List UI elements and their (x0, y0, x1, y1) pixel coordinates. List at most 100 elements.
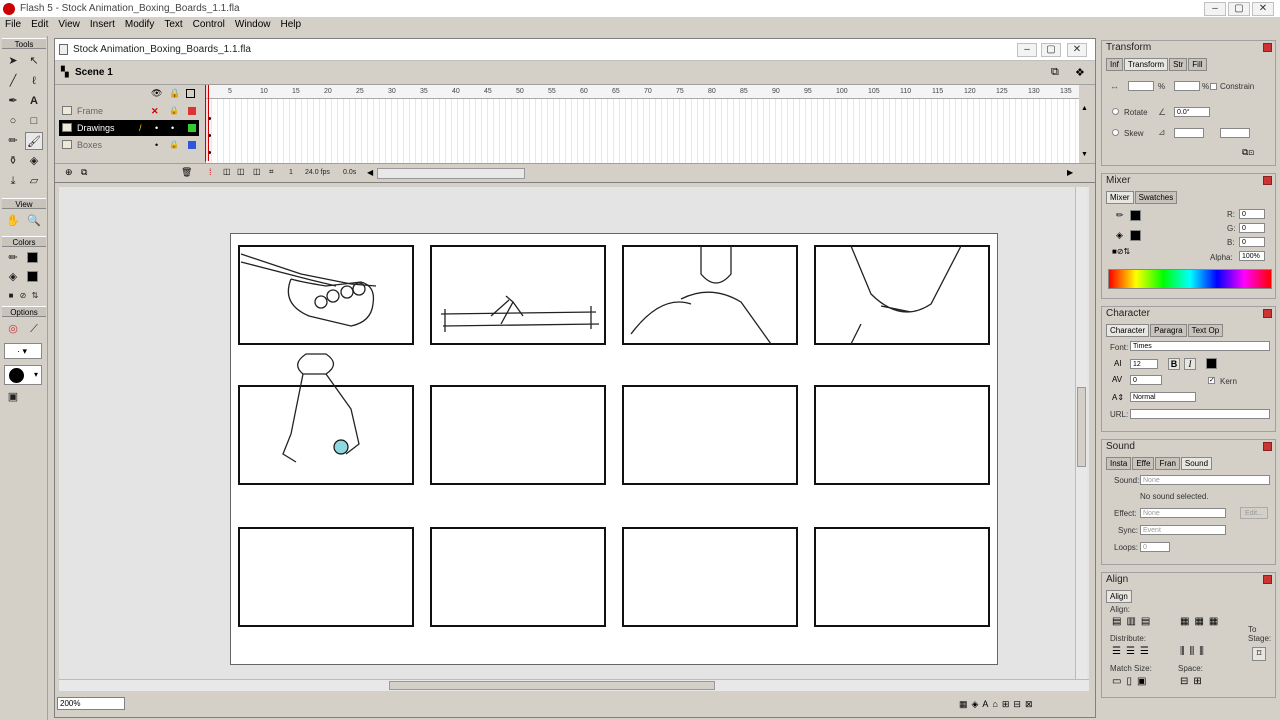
ink-bottle-tool-icon[interactable]: ⚱ (4, 152, 22, 170)
stage-vscroll[interactable] (1075, 187, 1087, 683)
tab-effect[interactable]: Effe (1132, 457, 1155, 470)
close-button[interactable]: ✕ (1252, 2, 1274, 16)
g-field[interactable]: 0 (1239, 223, 1265, 233)
frame-rate[interactable]: 24.0 fps (305, 169, 330, 176)
tab-character[interactable]: Character (1106, 324, 1150, 337)
hscroll-thumb[interactable] (389, 681, 715, 690)
panel-close-icon[interactable] (1263, 176, 1272, 185)
tab-frame[interactable]: Fran (1155, 457, 1180, 470)
menu-help[interactable]: Help (276, 18, 307, 30)
menu-control[interactable]: Control (188, 18, 230, 30)
arrow-tool-icon[interactable]: ➤ (4, 52, 22, 70)
stage-hscroll[interactable] (59, 679, 1089, 691)
scroll-down-icon[interactable]: ▼ (1081, 151, 1088, 158)
subselect-tool-icon[interactable]: ↖ (25, 52, 43, 70)
brush-shape-dropdown[interactable]: ▾ (4, 365, 42, 385)
onion-outlines-icon[interactable]: ◫ (237, 167, 245, 176)
lock-fill-icon[interactable]: ⟋ (25, 320, 43, 338)
mixer-default-icons[interactable]: ■⊘⇅ (1112, 247, 1130, 256)
edit-multiple-frames-icon[interactable]: ◫ (253, 167, 261, 176)
rotate-radio[interactable] (1112, 108, 1119, 115)
pencil-tool-icon[interactable]: ✏ (4, 132, 22, 150)
eye-column-icon[interactable]: 👁 (151, 88, 162, 99)
sync-dropdown[interactable]: Event (1140, 525, 1226, 535)
brush-tool-icon[interactable]: 🖌 (25, 132, 43, 150)
onion-skin-icon[interactable]: ◫ (223, 167, 231, 176)
edit-symbols-icon[interactable]: ❖ (1075, 66, 1085, 79)
dropper-tool-icon[interactable]: ⤓ (4, 172, 22, 190)
bold-button[interactable]: B (1168, 358, 1180, 370)
rotate-field[interactable]: 0.0° (1174, 107, 1210, 117)
pressure-icon[interactable]: ▣ (4, 388, 22, 406)
match-size-buttons[interactable]: ▭▯▣ (1112, 676, 1151, 687)
tracking-field[interactable]: 0 (1130, 375, 1162, 385)
line-tool-icon[interactable]: ╱ (4, 72, 22, 90)
copy-transform-icon[interactable]: ⧉⊡ (1242, 147, 1254, 158)
add-layer-icon[interactable]: ⊕ (65, 167, 73, 178)
layer-color-square[interactable] (188, 141, 196, 149)
menu-file[interactable]: File (0, 18, 26, 30)
scroll-left-icon[interactable]: ◀ (367, 168, 373, 177)
align-vertical-buttons[interactable]: ▦▦▦ (1180, 616, 1223, 627)
font-dropdown[interactable]: Times (1130, 341, 1270, 351)
space-buttons[interactable]: ⊟⊞ (1180, 676, 1207, 687)
paint-bucket-tool-icon[interactable]: ◈ (25, 152, 43, 170)
doc-maximize-button[interactable]: ▢ (1041, 43, 1061, 57)
unlocked-dot-icon[interactable]: • (171, 120, 174, 136)
frame-ruler[interactable]: 5 10 15 20 25 30 35 40 45 50 55 60 65 70 75 80 85 90 95 100… (206, 85, 1079, 99)
lock-icon[interactable]: 🔒 (169, 137, 179, 153)
zoom-tool-icon[interactable]: 🔍 (25, 212, 43, 230)
skew-v-field[interactable] (1220, 128, 1250, 138)
rectangle-tool-icon[interactable]: □ (25, 112, 43, 130)
tab-sound[interactable]: Sound (1180, 457, 1213, 470)
lasso-tool-icon[interactable]: ℓ (25, 72, 43, 90)
alpha-field[interactable]: 100% (1239, 251, 1265, 261)
skew-h-field[interactable] (1174, 128, 1204, 138)
menu-edit[interactable]: Edit (26, 18, 53, 30)
doc-close-button[interactable]: ✕ (1067, 43, 1087, 57)
tab-info[interactable]: Inf (1106, 58, 1123, 71)
oval-tool-icon[interactable]: ○ (4, 112, 22, 130)
modify-markers-icon[interactable]: ⌗ (269, 167, 274, 177)
tab-instance[interactable]: Insta (1106, 457, 1132, 470)
menu-insert[interactable]: Insert (85, 18, 120, 30)
hand-tool-icon[interactable]: ✋ (4, 212, 22, 230)
menu-view[interactable]: View (53, 18, 85, 30)
layer-color-square[interactable] (188, 107, 196, 115)
color-spectrum[interactable] (1108, 269, 1272, 289)
outline-column-icon[interactable] (186, 89, 195, 98)
edit-sound-button[interactable]: Edit... (1240, 507, 1268, 519)
add-guide-layer-icon[interactable]: ⧉ (81, 167, 87, 178)
playhead[interactable] (205, 85, 209, 161)
text-tool-icon[interactable]: A (25, 92, 43, 110)
layer-frame[interactable]: Frame ✕ 🔒 (59, 103, 199, 119)
tab-align[interactable]: Align (1106, 590, 1132, 603)
stage-canvas[interactable] (230, 233, 998, 665)
menu-window[interactable]: Window (230, 18, 276, 30)
to-stage-button[interactable]: ⌑ (1252, 647, 1266, 661)
stage-area[interactable] (59, 187, 1089, 683)
frame-grid[interactable]: 5 10 15 20 25 30 35 40 45 50 55 60 65 70 75 80 85 90 95 100… (205, 85, 1079, 163)
tab-stroke[interactable]: Str (1169, 58, 1188, 71)
constrain-checkbox[interactable] (1210, 83, 1217, 90)
layer-drawings[interactable]: Drawings / • • (59, 120, 199, 136)
eraser-tool-icon[interactable]: ▱ (25, 172, 43, 190)
mixer-fill-swatch[interactable] (1130, 230, 1141, 241)
mixer-stroke-swatch[interactable] (1130, 210, 1141, 221)
tab-mixer[interactable]: Mixer (1106, 191, 1134, 204)
launcher-icons[interactable]: ▦◈A⌂⊞⊟⊠ (959, 699, 1037, 710)
swap-colors-icon[interactable]: ⇅ (26, 287, 44, 305)
loops-field[interactable]: 0 (1140, 542, 1170, 552)
baseline-dropdown[interactable]: Normal (1130, 392, 1196, 402)
r-field[interactable]: 0 (1239, 209, 1265, 219)
center-frame-icon[interactable]: ⁞ (209, 167, 212, 177)
text-color-swatch[interactable] (1206, 358, 1217, 369)
brush-mode-icon[interactable]: ◎ (4, 320, 22, 338)
stroke-color-swatch[interactable] (27, 252, 38, 263)
align-buttons[interactable]: ▤▥▤ (1112, 616, 1155, 627)
tab-fill[interactable]: Fill (1188, 58, 1207, 71)
menu-text[interactable]: Text (159, 18, 187, 30)
tab-swatches[interactable]: Swatches (1134, 191, 1178, 204)
kern-checkbox[interactable]: ✓ (1208, 377, 1215, 384)
distribute-buttons[interactable]: ☰☰☰ (1112, 646, 1154, 657)
